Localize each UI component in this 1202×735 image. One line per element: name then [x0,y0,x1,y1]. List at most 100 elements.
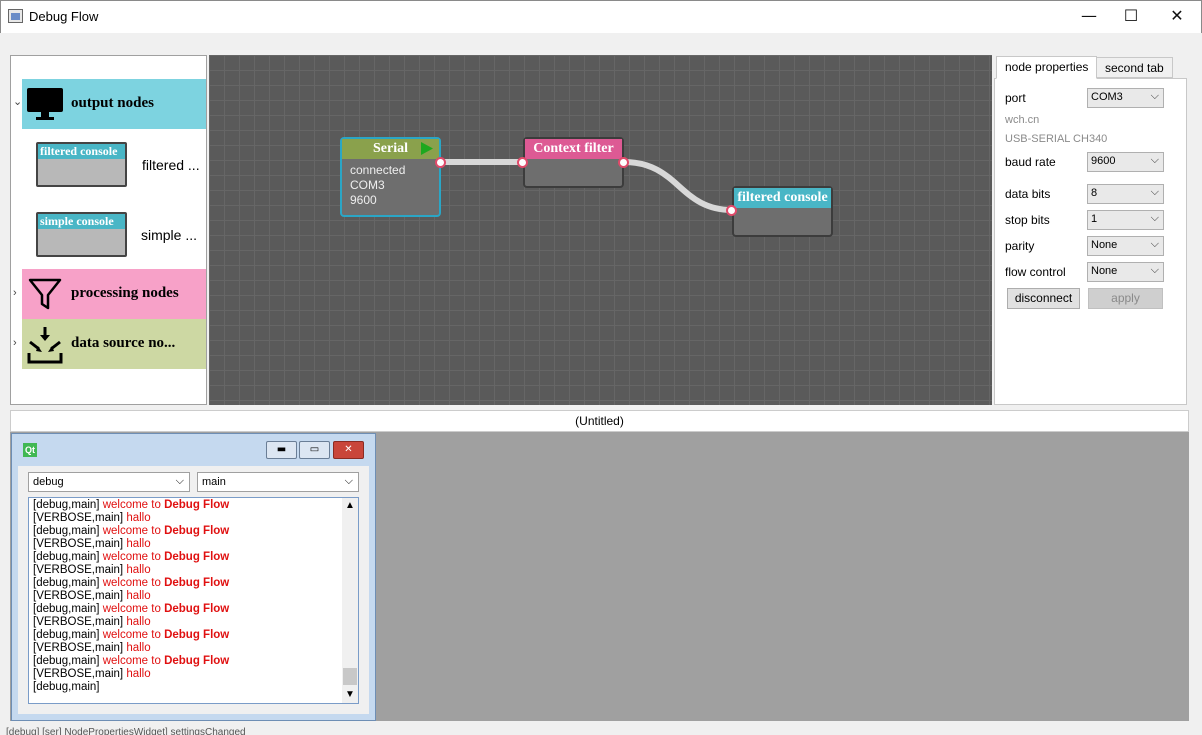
minimize-button[interactable]: — [1066,0,1112,32]
node-item-filtered-console[interactable]: filtered ... [142,157,200,173]
data-bits-select[interactable]: 8 ⌵ [1087,184,1164,204]
scroll-thumb[interactable] [343,668,357,685]
log-prefix: [debug,main] [33,551,100,563]
monitor-icon [27,88,63,120]
tab-second[interactable]: second tab [1096,57,1173,78]
log-line: [VERBOSE,main] hallo [33,668,229,681]
port-label: port [1005,91,1026,105]
log-line: [debug,main] welcome to Debug Flow [33,629,229,642]
log-message: welcome to [102,577,161,589]
log-scrollbar[interactable]: ▲ ▼ [342,498,358,703]
chevron-down-icon: ⌵ [344,475,353,487]
subwindow-restore-button[interactable]: ▭ [299,441,330,459]
close-button[interactable]: ✕ [1154,0,1200,32]
log-highlight: Debug Flow [164,655,230,667]
serial-node[interactable]: Serial connected COM3 9600 [340,137,441,217]
tab-node-properties[interactable]: node properties [996,56,1098,79]
flow-canvas[interactable]: Serial connected COM3 9600 Context filte… [209,55,992,405]
chevron-down-icon: ⌵ [1150,154,1159,166]
node-item-simple-console[interactable]: simple ... [141,227,197,243]
maximize-button[interactable]: ☐ [1108,0,1154,32]
chevron-down-icon: ⌵ [175,475,184,487]
log-line: [debug,main] welcome to Debug Flow [33,525,229,538]
chevron-down-icon: ⌵ [1150,90,1159,102]
context-value: main [202,476,226,488]
flow-control-select[interactable]: None ⌵ [1087,262,1164,282]
log-highlight: Debug Flow [164,629,230,641]
collapsed-arrow-icon[interactable]: › [13,287,17,299]
scroll-down-icon[interactable]: ▼ [345,689,355,700]
log-prefix: [VERBOSE,main] [33,668,124,680]
disconnect-button[interactable]: disconnect [1007,288,1080,309]
funnel-icon [28,278,62,310]
log-message: hallo [126,668,151,680]
parity-select[interactable]: None ⌵ [1087,236,1164,256]
subwindow-close-button[interactable]: ✕ [333,441,364,459]
subwindow-minimize-button[interactable]: ▬ [266,441,297,459]
log-prefix: [VERBOSE,main] [33,590,124,602]
flow-control-value: None [1091,265,1118,277]
data-bits-label: data bits [1005,187,1051,201]
mdi-tab-title[interactable]: (Untitled) [10,410,1189,432]
log-message: hallo [126,616,151,628]
vendor-label: wch.cn [1005,114,1040,126]
apply-button[interactable]: apply [1088,288,1163,309]
serial-output-port[interactable] [435,157,446,168]
log-lines: [debug,main] welcome to Debug Flow [VERBO… [33,499,229,694]
log-line: [VERBOSE,main] hallo [33,616,229,629]
node-title: Context filter [525,139,622,159]
filtered-console-node[interactable]: filtered console [732,186,833,237]
category-label: data source no... [71,335,176,351]
node-status: connected [350,163,406,177]
log-line: [debug,main] welcome to Debug Flow [33,577,229,590]
console-input-port[interactable] [726,205,737,216]
log-highlight: Debug Flow [164,603,230,615]
simple-console-thumb[interactable]: simple console [36,212,127,257]
chevron-down-icon: ⌵ [1150,238,1159,250]
log-prefix: [VERBOSE,main] [33,616,124,628]
log-highlight: Debug Flow [164,577,230,589]
play-icon[interactable] [420,141,434,156]
level-value: debug [33,476,64,488]
log-line: [debug,main] welcome to Debug Flow [33,551,229,564]
baud-rate-label: baud rate [1005,155,1056,169]
chevron-down-icon: ⌵ [1150,212,1159,224]
log-prefix: [VERBOSE,main] [33,512,124,524]
log-highlight: Debug Flow [164,499,230,511]
expand-arrow-icon[interactable]: ⌄ [13,95,22,108]
context-filter-node[interactable]: Context filter [523,137,624,188]
log-message: hallo [126,642,151,654]
category-output-nodes[interactable]: output nodes [22,79,206,129]
context-select[interactable]: main ⌵ [197,472,359,492]
log-line: [debug,main] [33,681,229,694]
port-value: COM3 [1091,91,1123,103]
level-select[interactable]: debug ⌵ [28,472,190,492]
filter-input-port[interactable] [517,157,528,168]
filtered-console-thumb[interactable]: filtered console [36,142,127,187]
log-highlight: Debug Flow [164,525,230,537]
category-processing-nodes[interactable]: processing nodes [22,269,206,319]
category-data-source-nodes[interactable]: data source no... [22,319,206,369]
baud-rate-select[interactable]: 9600 ⌵ [1087,152,1164,172]
scroll-up-icon[interactable]: ▲ [345,500,355,511]
log-message: welcome to [102,499,161,511]
title-bar [0,0,1202,33]
node-baud: 9600 [350,193,377,207]
log-prefix: [debug,main] [33,681,100,693]
stop-bits-select[interactable]: 1 ⌵ [1087,210,1164,230]
log-output[interactable]: [debug,main] welcome to Debug Flow [VERBO… [28,497,359,704]
node-title: filtered console [734,188,831,208]
filter-output-port[interactable] [618,157,629,168]
thumb-header: simple console [38,214,125,229]
log-line: [VERBOSE,main] hallo [33,512,229,525]
log-prefix: [debug,main] [33,577,100,589]
port-select[interactable]: COM3 ⌵ [1087,88,1164,108]
collapsed-arrow-icon[interactable]: › [13,337,17,349]
log-line: [VERBOSE,main] hallo [33,642,229,655]
app-icon [8,9,23,23]
log-prefix: [debug,main] [33,655,100,667]
chevron-down-icon: ⌵ [1150,186,1159,198]
category-label: output nodes [71,95,154,111]
flow-control-label: flow control [1005,265,1066,279]
log-prefix: [VERBOSE,main] [33,642,124,654]
